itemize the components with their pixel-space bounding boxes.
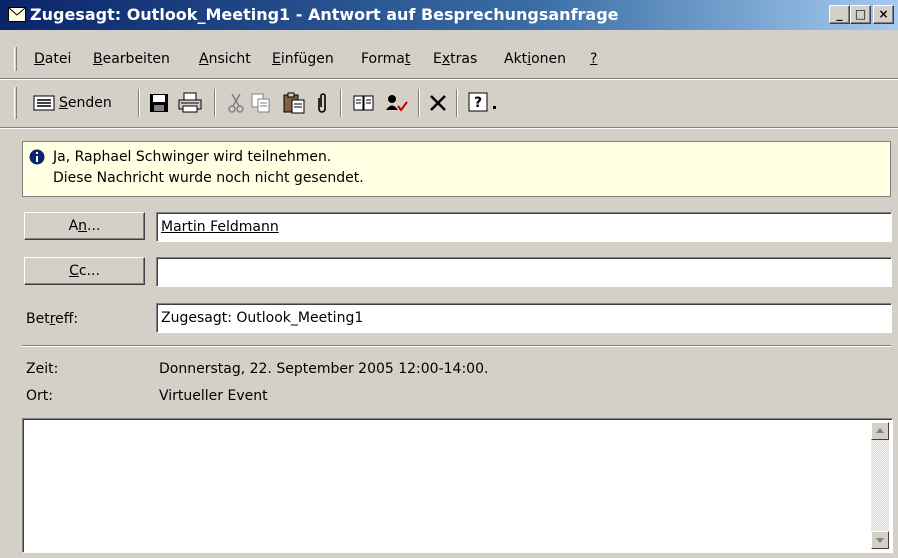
scroll-up-button[interactable] <box>871 422 889 440</box>
close-icon: × <box>878 7 889 21</box>
menu-toolbar-divider <box>0 78 898 80</box>
svg-text:?: ? <box>474 95 482 111</box>
location-value: Virtueller Event <box>159 388 268 404</box>
arrow-down-icon <box>876 538 884 543</box>
help-icon: ? <box>468 92 496 112</box>
toolbar: Senden ? <box>0 83 898 123</box>
location-label: Ort: <box>26 388 53 404</box>
subject-field[interactable]: Zugesagt: Outlook_Meeting1 <box>156 303 892 333</box>
info-icon <box>29 149 45 165</box>
maximize-icon: □ <box>854 7 867 21</box>
check-names-icon <box>386 95 408 112</box>
toolbar-content-divider <box>0 127 898 129</box>
title-bar[interactable]: Zugesagt: Outlook_Meeting1 - Antwort auf… <box>0 0 898 30</box>
menubar-grip[interactable] <box>14 47 17 71</box>
arrow-up-icon <box>876 428 884 433</box>
cc-button[interactable]: Cc... <box>24 257 145 285</box>
print-icon <box>178 92 202 113</box>
close-button[interactable]: × <box>873 5 894 24</box>
header-divider <box>22 345 891 347</box>
attach-icon <box>318 93 326 113</box>
menu-bar: Datei Bearbeiten Ansicht Einfügen Format… <box>0 45 898 73</box>
minimize-icon: _ <box>836 7 843 21</box>
to-field[interactable]: Martin Feldmann <box>156 212 892 242</box>
menu-einfuegen[interactable]: Einfügen <box>272 51 334 67</box>
address-book-button[interactable] <box>352 89 376 117</box>
envelope-icon <box>8 7 26 22</box>
toolbar-separator <box>456 89 458 117</box>
scroll-down-button[interactable] <box>871 531 889 549</box>
info-line-1: Ja, Raphael Schwinger wird teilnehmen. <box>53 149 332 165</box>
vertical-scrollbar[interactable] <box>871 422 889 549</box>
subject-value: Zugesagt: Outlook_Meeting1 <box>161 310 364 326</box>
address-book-icon <box>353 95 374 111</box>
info-line-2: Diese Nachricht wurde noch nicht gesende… <box>53 170 364 186</box>
save-icon <box>150 94 168 112</box>
toolbar-separator <box>214 89 216 117</box>
menu-format[interactable]: Format <box>361 51 410 67</box>
subject-label: Betreff: <box>26 311 79 327</box>
menu-ansicht[interactable]: Ansicht <box>199 51 251 67</box>
maximize-button[interactable]: □ <box>850 5 871 24</box>
paste-button[interactable] <box>282 89 306 117</box>
toolbar-grip[interactable] <box>14 87 17 119</box>
toolbar-separator <box>138 89 140 117</box>
menu-bearbeiten[interactable]: Bearbeiten <box>93 51 170 67</box>
toolbar-separator <box>340 89 342 117</box>
cut-button[interactable] <box>226 89 246 117</box>
copy-button[interactable] <box>250 89 272 117</box>
cc-field[interactable] <box>156 257 892 287</box>
save-button[interactable] <box>148 89 170 117</box>
check-names-button[interactable] <box>384 89 410 117</box>
help-button[interactable]: ? <box>468 89 500 117</box>
send-button[interactable]: Senden <box>32 89 132 117</box>
menu-extras[interactable]: Extras <box>433 51 477 67</box>
to-button[interactable]: An... <box>24 212 145 240</box>
print-button[interactable] <box>178 89 202 117</box>
delete-button[interactable] <box>428 89 448 117</box>
cut-icon <box>228 93 244 113</box>
copy-icon <box>251 93 270 113</box>
meeting-response-window: Zugesagt: Outlook_Meeting1 - Antwort auf… <box>0 0 898 558</box>
send-label: Senden <box>59 95 112 111</box>
paste-icon <box>283 92 305 114</box>
toolbar-separator <box>418 89 420 117</box>
time-value: Donnerstag, 22. September 2005 12:00-14:… <box>159 361 489 377</box>
window-title: Zugesagt: Outlook_Meeting1 - Antwort auf… <box>30 5 619 24</box>
delete-icon <box>430 95 446 111</box>
info-banner: Ja, Raphael Schwinger wird teilnehmen. D… <box>22 141 891 197</box>
time-label: Zeit: <box>26 361 59 377</box>
send-icon <box>33 95 55 111</box>
minimize-button[interactable]: _ <box>829 5 850 24</box>
menu-aktionen[interactable]: Aktionen <box>504 51 566 67</box>
to-recipient[interactable]: Martin Feldmann <box>161 219 279 235</box>
message-body[interactable] <box>22 418 893 553</box>
attach-button[interactable] <box>314 89 330 117</box>
menu-help[interactable]: ? <box>590 51 597 67</box>
menu-datei[interactable]: Datei <box>34 51 71 67</box>
